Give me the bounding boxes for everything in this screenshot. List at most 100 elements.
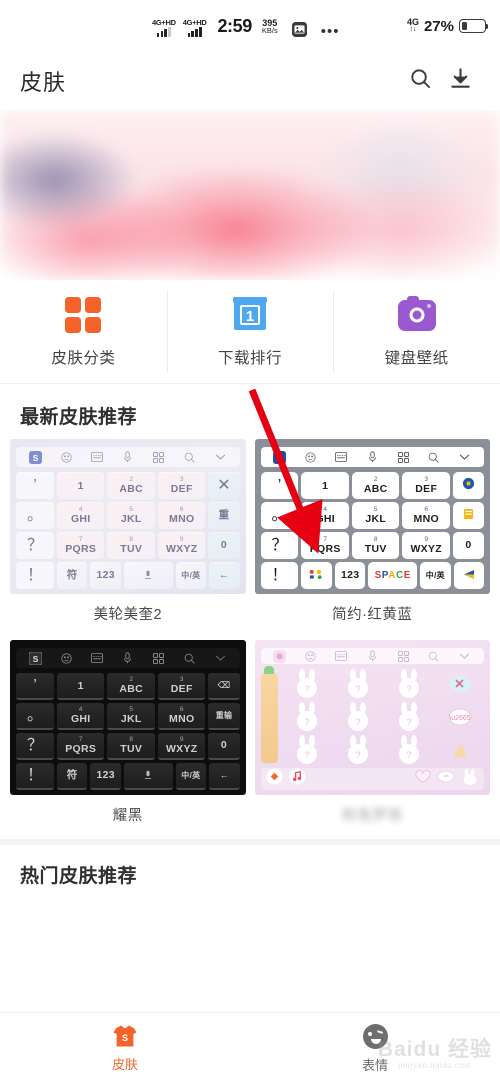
key-7-pqrs[interactable]: 7 PQRS [56,733,105,760]
key-7-pqrs[interactable]: 7 PQRS [56,532,105,559]
key-symbols[interactable] [301,562,332,589]
category-keyboard-wallpaper[interactable]: 键盘壁纸 [333,280,500,383]
key-4-ghi[interactable]: 4 GHI [301,502,349,529]
key-language-toggle[interactable]: 中/英 [420,562,451,589]
key-0[interactable]: 0 [208,733,240,760]
key-6-mno[interactable]: 6 MNO [157,502,206,529]
key-3-def[interactable]: 3 DEF [157,673,206,700]
promo-banner[interactable] [0,110,500,280]
skin-thumbnail[interactable]: S ’ 。 ？ ！ [254,439,490,594]
key-backspace[interactable]: ⌫ [208,673,240,700]
key-8-tuv[interactable]: 8 TUV [107,532,155,559]
skin-card[interactable]: ? ? ? ? ? ? \u2665 ? ? ? ^^ 粉兔梦境 [254,640,490,839]
status-bar-left: 4G+HD 4G+HD 2:59 395 KB/s ••• [14,16,340,40]
key-enter[interactable]: ← [209,763,240,790]
rabbit-key[interactable]: ? [283,669,331,699]
key-7-pqrs[interactable]: 7 PQRS [301,532,349,559]
key-5-jkl[interactable]: 5 JKL [107,502,155,529]
key-2-abc[interactable]: 2 ABC [351,472,400,499]
key-language-toggle[interactable]: 中/英 [175,562,207,589]
key-redo[interactable]: 重 [208,502,240,529]
key-1[interactable]: 1 [301,472,349,499]
key-4-ghi[interactable]: 4 GHI [56,502,105,529]
key-symbol[interactable]: 。 [16,703,54,730]
rabbit-key[interactable]: ? [385,702,433,732]
downloads-button[interactable] [440,61,480,101]
key-3-def[interactable]: 3 DEF [157,472,206,499]
key-symbol[interactable]: ’ [16,472,54,499]
key-8-tuv[interactable]: 8 TUV [107,733,155,760]
key-0[interactable]: 0 [208,532,240,559]
category-skin-classification[interactable]: 皮肤分类 [0,280,167,383]
search-button[interactable] [400,61,440,101]
music-note-icon[interactable] [288,768,306,790]
key-enter[interactable] [453,562,485,589]
skin-thumbnail[interactable]: S ’ 。 ？ ！ [10,439,246,594]
key-sup: 6 [424,505,429,513]
key-9-wxyz[interactable]: 9 WXYZ [402,532,450,559]
skin-card[interactable]: S ’ 。 ？ ！ [10,640,246,839]
key-symbol[interactable]: 。 [260,502,299,529]
key-9-wxyz[interactable]: 9 WXYZ [157,733,206,760]
key-3-def[interactable]: 3 DEF [402,472,450,499]
rabbit-key[interactable]: ? [385,735,433,765]
rabbit-key[interactable]: ? [283,702,331,732]
rabbit-key[interactable]: ? [334,669,382,699]
key-symbol[interactable]: ？ [260,532,299,559]
face-sticker-icon[interactable]: ^^ [437,770,455,788]
sticker-key[interactable] [436,669,484,699]
key-delete[interactable] [452,472,484,499]
key-symbol[interactable]: ！ [260,562,299,589]
key-4-ghi[interactable]: 4 GHI [56,703,105,730]
key-123[interactable]: 123 [90,562,121,589]
key-1[interactable]: 1 [56,472,105,499]
sticker-key[interactable]: \u2665 [436,702,484,732]
skin-card[interactable]: S ’ 。 ？ ！ [254,439,490,638]
key-space[interactable]: SPACE [368,562,418,589]
rabbit-key[interactable]: ? [334,702,382,732]
key-6-mno[interactable]: 6 MNO [402,502,450,529]
key-symbols[interactable]: 符 [56,763,88,790]
key-1[interactable]: 1 [56,673,105,700]
rabbit-key[interactable]: ? [385,669,433,699]
key-symbol[interactable]: ’ [16,673,54,700]
key-symbol[interactable]: 。 [16,502,54,529]
key-0[interactable]: 0 [452,532,484,559]
category-download-ranking[interactable]: 1 下载排行 [166,280,334,383]
key-symbol[interactable]: ！ [16,763,54,790]
key-symbol[interactable]: ？ [16,733,54,760]
tab-emoji[interactable]: 表情 [250,1013,500,1084]
key-8-tuv[interactable]: 8 TUV [351,532,400,559]
key-symbol[interactable]: ！ [16,562,54,589]
rabbit-sticker-icon[interactable] [461,768,479,790]
key-5-jkl[interactable]: 5 JKL [351,502,400,529]
key-delete[interactable]: ✕ [208,472,240,499]
skin-thumbnail[interactable]: ? ? ? ? ? ? \u2665 ? ? ? ^^ [254,640,490,795]
tab-skins[interactable]: S 皮肤 [0,1013,250,1084]
key-2-abc[interactable]: 2 ABC [107,673,155,700]
key-reinput[interactable]: 重输 [208,703,240,730]
heart-sticker-icon[interactable] [415,769,431,789]
key-symbol[interactable]: ’ [260,472,299,499]
key-main: PQRS [309,543,341,555]
sticker-shop-icon[interactable] [265,768,283,790]
key-123[interactable]: 123 [90,763,121,790]
key-symbols[interactable]: 符 [56,562,88,589]
sticker-key[interactable] [436,735,484,765]
key-enter[interactable]: ← [209,562,240,589]
status-overflow-dots: ••• [320,22,340,40]
key-6-mno[interactable]: 6 MNO [157,703,206,730]
skin-thumbnail[interactable]: S ’ 。 ？ ！ [10,640,246,795]
skin-card[interactable]: S ’ 。 ？ ！ [10,439,246,638]
key-symbol[interactable]: ？ [16,532,54,559]
key-space[interactable] [123,562,173,589]
rabbit-key[interactable]: ? [283,735,331,765]
key-redo[interactable] [452,502,484,529]
rabbit-key[interactable]: ? [334,735,382,765]
key-5-jkl[interactable]: 5 JKL [107,703,155,730]
key-space[interactable] [123,763,173,790]
key-2-abc[interactable]: 2 ABC [107,472,155,499]
key-language-toggle[interactable]: 中/英 [175,763,207,790]
key-123[interactable]: 123 [334,562,366,589]
key-9-wxyz[interactable]: 9 WXYZ [157,532,206,559]
